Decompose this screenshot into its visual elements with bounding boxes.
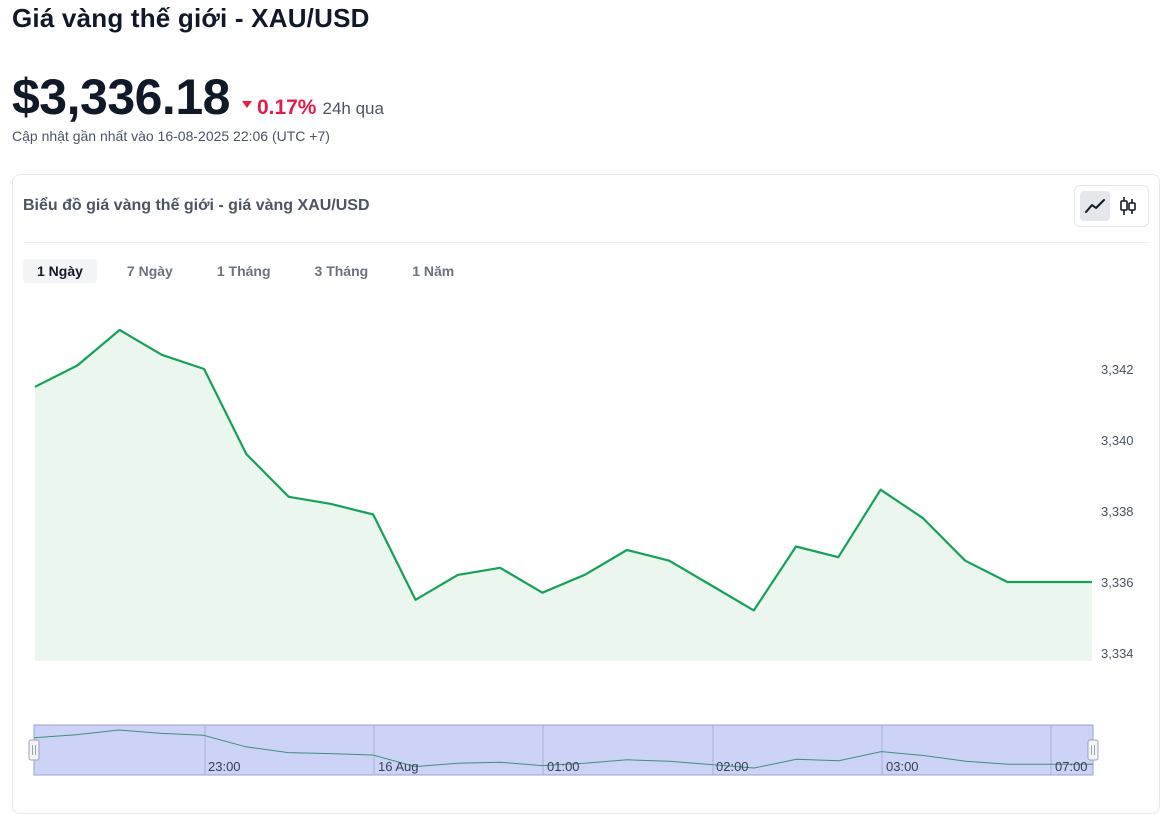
x-axis-label: 16 Aug	[378, 759, 419, 774]
y-tick-label: 3,334	[1101, 646, 1134, 661]
zoom-handle-right[interactable]	[1087, 739, 1099, 761]
x-axis-label: 03:00	[886, 759, 919, 774]
x-axis-label: 23:00	[208, 759, 241, 774]
y-tick-label: 3,338	[1101, 504, 1134, 519]
x-axis-label: 07:00	[1055, 759, 1088, 774]
x-axis-label: 01:00	[547, 759, 580, 774]
y-tick-label: 3,342	[1101, 362, 1134, 377]
price-chart[interactable]: 3,342 3,340 3,338 3,336 3,334 23:00 16 Aug 01:0…	[0, 0, 1161, 796]
y-tick-label: 3,336	[1101, 575, 1134, 590]
price-area	[35, 330, 1092, 661]
zoom-handle-left[interactable]	[28, 739, 40, 761]
x-axis-label: 02:00	[716, 759, 749, 774]
y-tick-label: 3,340	[1101, 433, 1134, 448]
